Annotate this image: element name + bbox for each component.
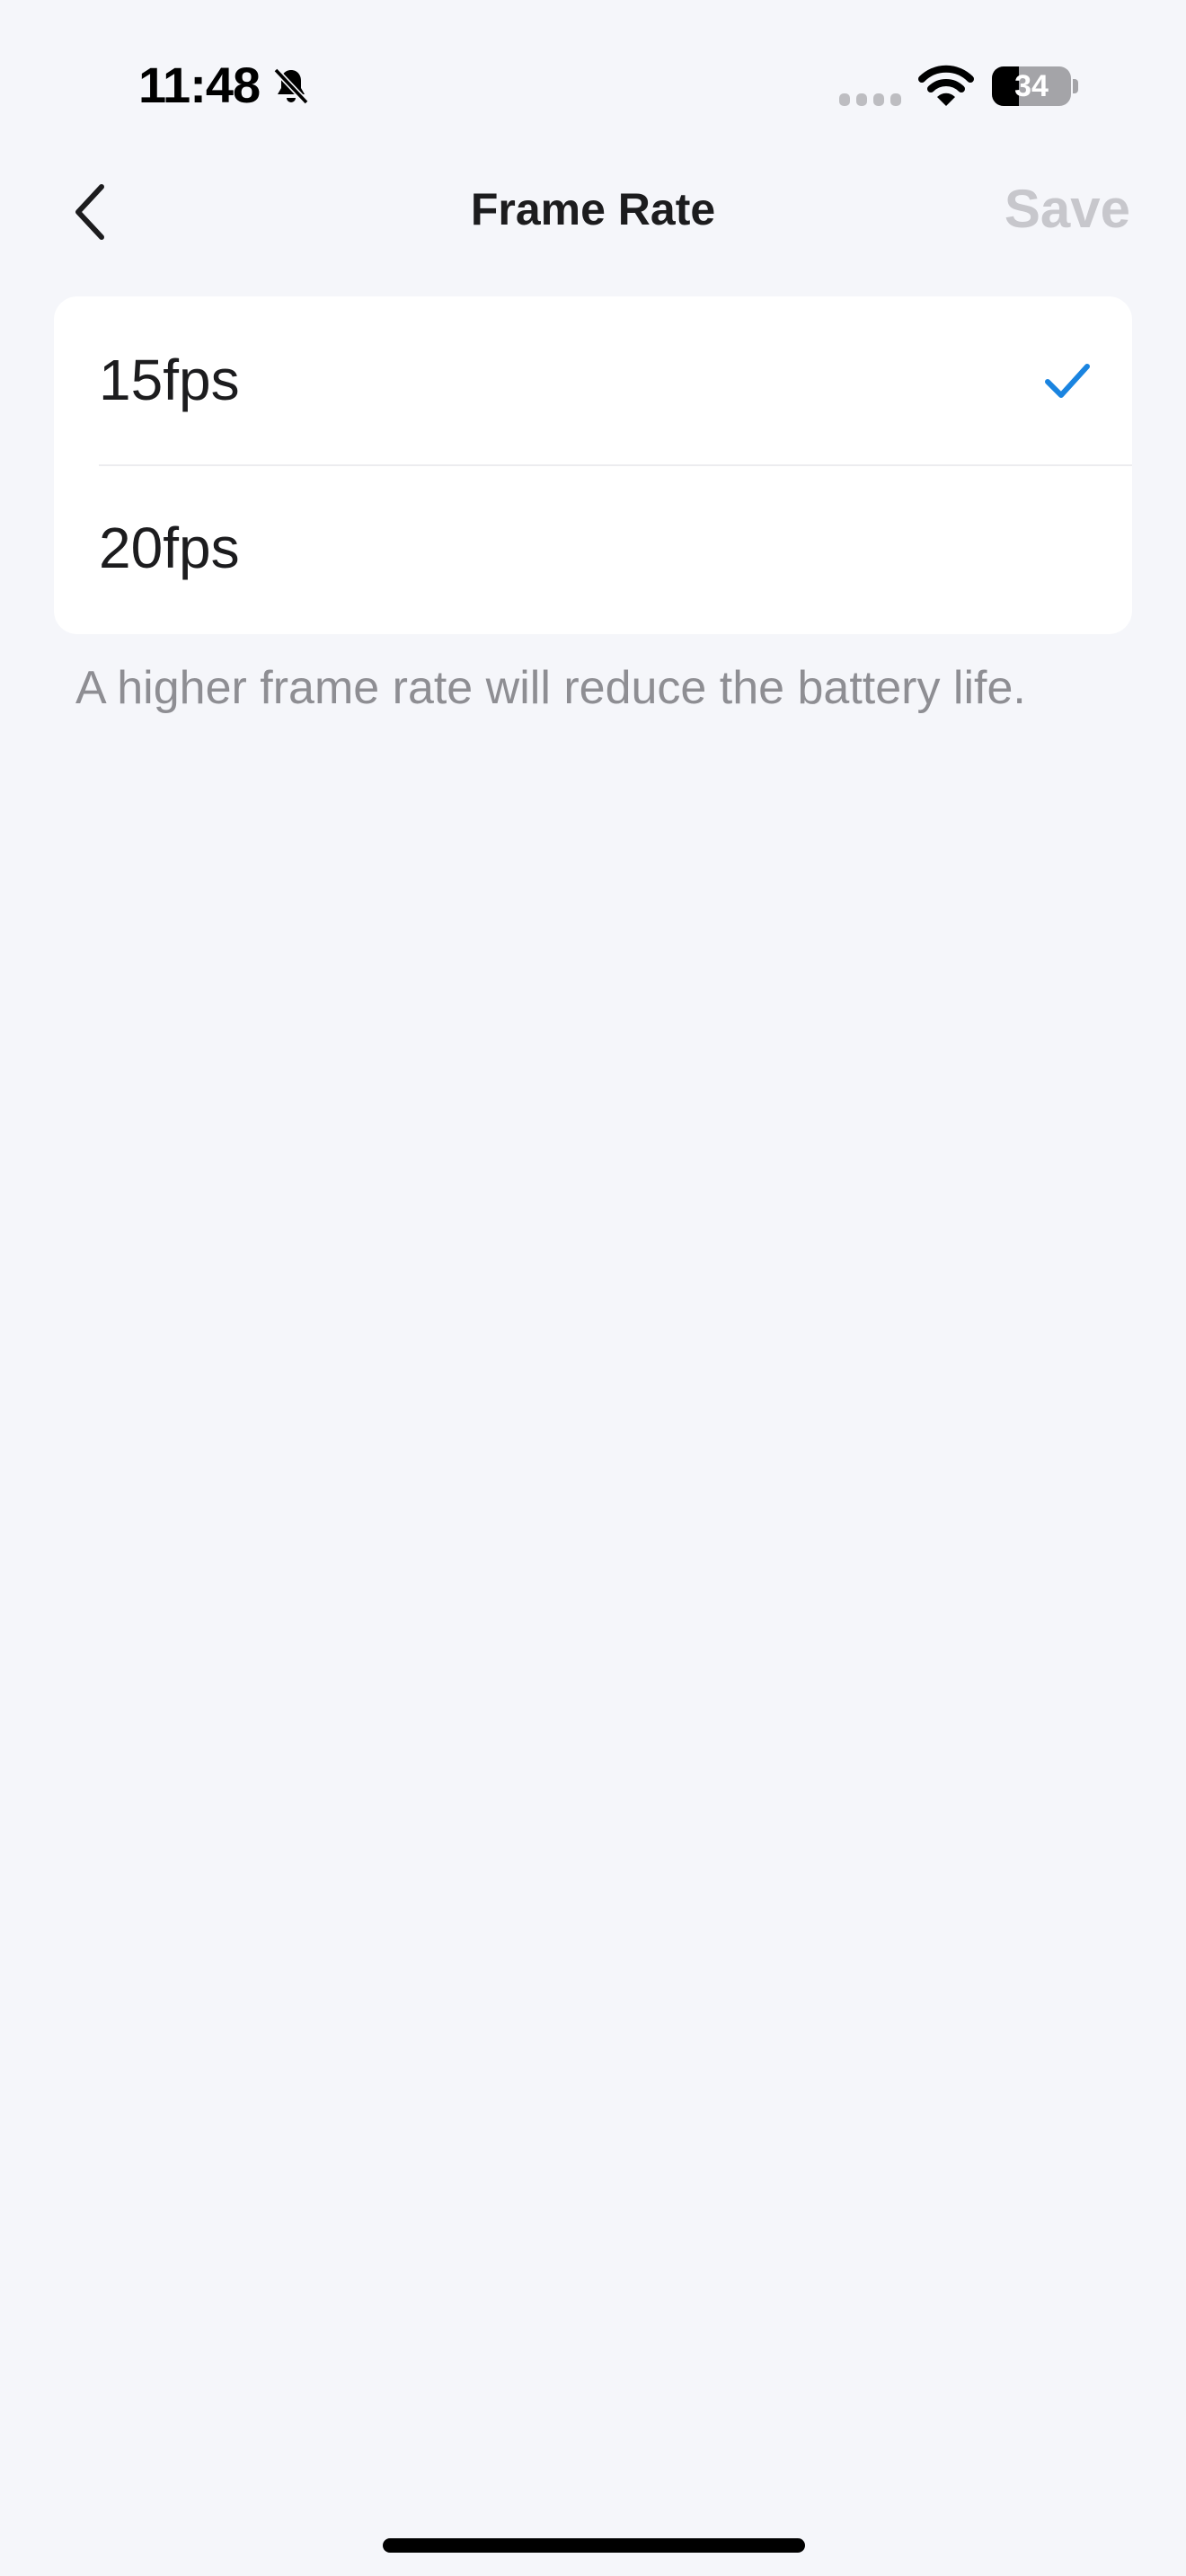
option-15fps[interactable]: 15fps: [54, 296, 1132, 466]
bell-slash-icon: [273, 67, 309, 105]
battery-icon: 34: [992, 66, 1071, 106]
home-indicator[interactable]: [383, 2538, 805, 2553]
wifi-icon: [918, 65, 974, 106]
battery-hint-text: A higher frame rate will reduce the batt…: [75, 662, 1026, 714]
option-label: 15fps: [99, 348, 240, 412]
checkmark-icon: [1045, 364, 1090, 398]
status-time: 11:48: [138, 57, 261, 113]
battery-cap: [1073, 79, 1078, 93]
save-button[interactable]: Save: [1005, 178, 1130, 240]
battery-percentage: 34: [1014, 69, 1049, 103]
frame-rate-options: 15fps 20fps: [54, 296, 1132, 634]
option-label: 20fps: [99, 516, 240, 580]
status-bar: 11:48 34: [0, 0, 1186, 171]
cellular-signal-icon: [839, 93, 901, 106]
option-20fps[interactable]: 20fps: [54, 464, 1132, 632]
navigation-bar: Frame Rate Save: [0, 171, 1186, 251]
